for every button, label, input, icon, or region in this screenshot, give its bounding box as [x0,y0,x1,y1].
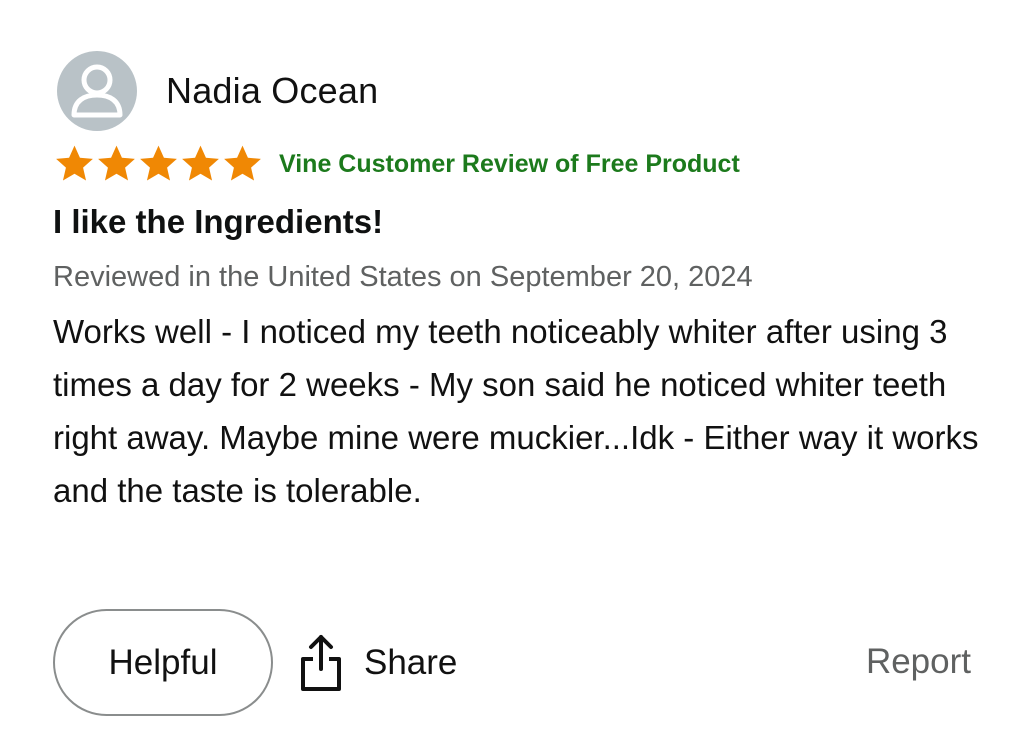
avatar[interactable] [57,51,137,131]
share-icon [301,635,341,691]
review-date: Reviewed in the United States on Septemb… [53,261,753,293]
reviewer-profile[interactable]: Nadia Ocean [57,51,378,131]
star-icon [182,145,219,181]
user-silhouette-icon [71,64,123,118]
share-label[interactable]: Share [364,643,457,683]
review-body: Works well - I noticed my teeth noticeab… [53,313,979,509]
report-link[interactable]: Report [866,642,971,682]
review-title: I like the Ingredients! [53,203,384,240]
rating-row: Vine Customer Review of Free Product [53,142,740,186]
helpful-button[interactable]: Helpful [53,609,273,716]
star-icon [224,145,261,181]
star-icon [98,145,135,181]
star-icon [56,145,93,181]
vine-badge[interactable]: Vine Customer Review of Free Product [279,150,740,179]
star-rating[interactable] [53,143,263,185]
share-button[interactable]: Share [298,630,457,696]
customer-review: Nadia Ocean Vine Customer Review of Free… [0,0,1024,737]
star-icon [140,145,177,181]
reviewer-name[interactable]: Nadia Ocean [166,70,378,112]
